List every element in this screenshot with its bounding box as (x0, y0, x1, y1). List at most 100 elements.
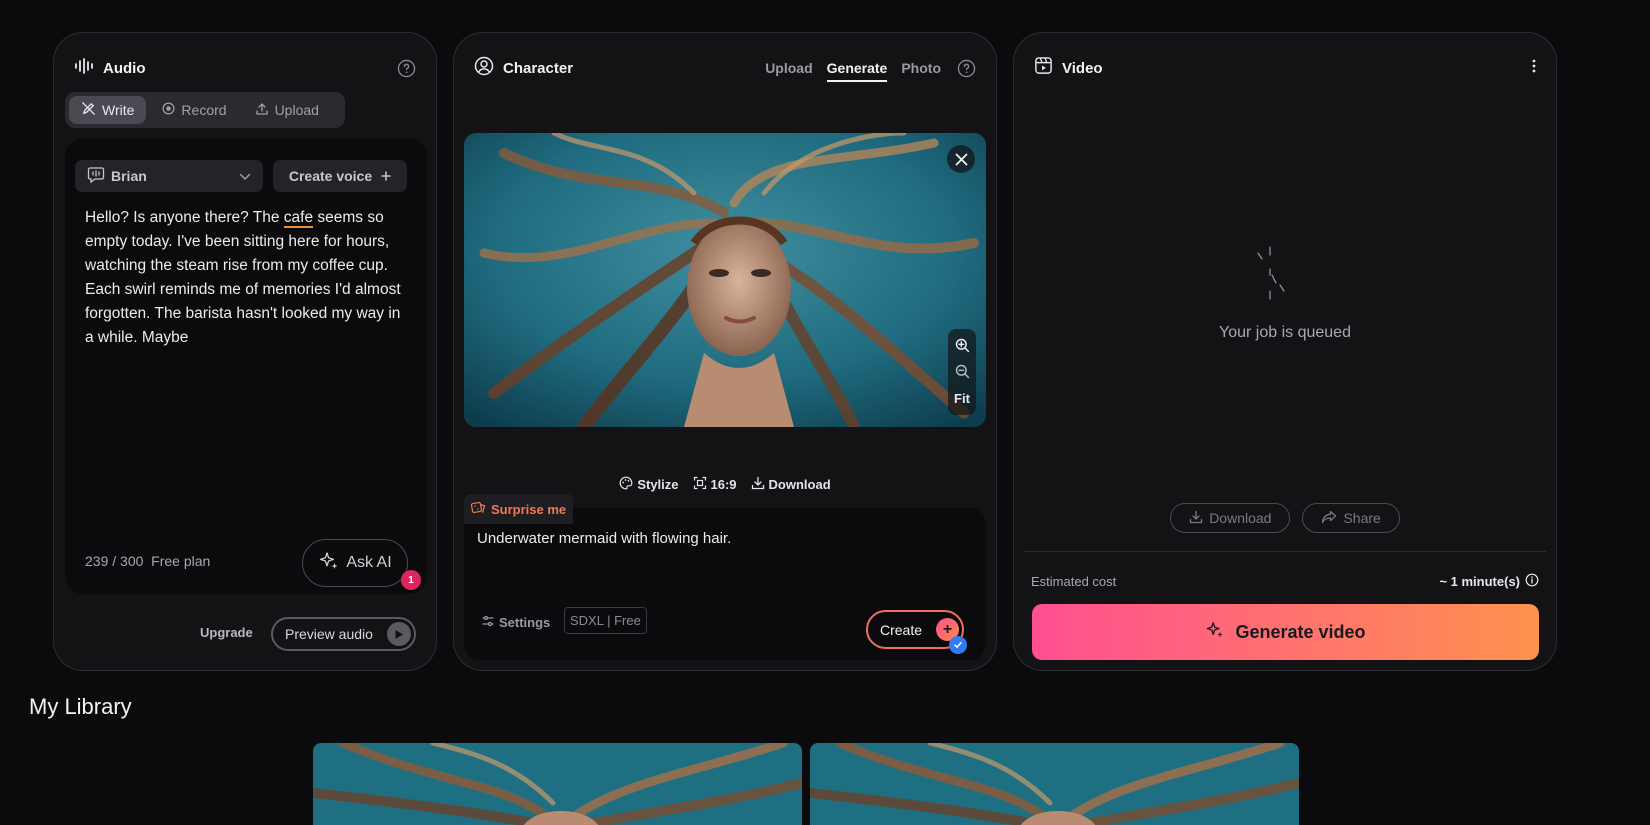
plan-label: Free plan (151, 553, 211, 569)
stylize-label: Stylize (637, 477, 679, 492)
share-icon (1321, 510, 1337, 527)
script-text[interactable]: Hello? Is anyone there? The cafe seems s… (85, 206, 407, 350)
fit-button[interactable]: Fit (954, 391, 970, 406)
record-icon (162, 102, 175, 118)
pen-off-icon (81, 101, 96, 119)
tab-write-label: Write (102, 102, 135, 118)
ask-ai-button[interactable]: Ask AI (302, 539, 408, 587)
audio-panel: Audio Write Record Upload Brian Create v… (53, 32, 437, 671)
stylize-button[interactable]: Stylize (619, 476, 679, 493)
script-text-end: seems so empty today. I've been sitting … (85, 209, 401, 346)
tab-upload[interactable]: Upload (243, 96, 331, 124)
aspect-ratio-label: 16:9 (710, 477, 737, 492)
loading-spinner-icon (1250, 245, 1290, 305)
check-icon (949, 636, 967, 654)
create-voice-label: Create voice (288, 168, 373, 184)
share-label: Share (1343, 510, 1381, 526)
speech-bubble-icon (87, 166, 105, 187)
model-select[interactable]: SDXL | Free (564, 607, 647, 634)
upgrade-link[interactable]: Upgrade (200, 625, 253, 640)
video-icon (1034, 56, 1053, 80)
notification-badge: 1 (401, 570, 421, 590)
video-actions: Download Share (1014, 503, 1556, 533)
estimated-cost-label: Estimated cost (1031, 574, 1117, 589)
generate-video-button[interactable]: Generate video (1032, 604, 1539, 660)
tab-generate[interactable]: Generate (826, 60, 888, 82)
audio-title: Audio (103, 59, 146, 77)
char-count-value: 239 / 300 (85, 553, 144, 569)
character-header: Character Upload Generate Photo (474, 54, 976, 82)
surprise-me-button[interactable]: Surprise me (464, 494, 574, 524)
ask-ai-label: Ask AI (346, 554, 392, 571)
spellcheck-word[interactable]: cafe (283, 209, 314, 228)
library-item[interactable] (313, 743, 802, 825)
download-video-label: Download (1209, 510, 1272, 526)
zoom-in-icon[interactable] (955, 338, 970, 353)
create-label: Create (880, 621, 923, 638)
library-title: My Library (29, 694, 132, 719)
close-icon (955, 153, 968, 166)
tab-write[interactable]: Write (69, 96, 147, 124)
generate-video-label: Generate video (1235, 621, 1366, 642)
surprise-me-label: Surprise me (491, 501, 567, 517)
sparkle-icon (1205, 620, 1225, 645)
more-options-icon[interactable] (1532, 59, 1536, 78)
prompt-box: Underwater mermaid with flowing hair. Se… (464, 508, 986, 660)
job-status: Your job is queued (1219, 324, 1351, 341)
settings-label: Settings (499, 615, 551, 630)
zoom-out-icon[interactable] (955, 364, 970, 379)
mermaid-image (464, 133, 986, 427)
character-count: 239 / 300 Free plan (85, 553, 210, 569)
aspect-ratio-button[interactable]: 16:9 (693, 476, 737, 493)
library-item[interactable] (810, 743, 1299, 825)
help-icon[interactable] (397, 59, 416, 78)
chevron-down-icon (239, 168, 251, 184)
tab-record[interactable]: Record (150, 96, 238, 124)
tab-record-label: Record (181, 102, 227, 118)
download-label: Download (768, 477, 831, 492)
preview-audio-button[interactable]: Preview audio (271, 617, 416, 651)
download-icon (751, 476, 765, 493)
estimated-cost-value: ~ 1 minute(s) (1439, 573, 1539, 590)
cost-value-text: ~ 1 minute(s) (1439, 574, 1520, 589)
audio-header: Audio (74, 57, 416, 79)
user-circle-icon (474, 56, 494, 81)
image-toolbar: Stylize 16:9 Download (454, 476, 996, 493)
audio-mode-tabs: Write Record Upload (65, 92, 345, 128)
download-icon (1189, 510, 1203, 527)
library-thumbnail-image (313, 743, 802, 825)
tab-upload-label: Upload (274, 102, 319, 118)
settings-button[interactable]: Settings (482, 615, 550, 630)
help-icon[interactable] (957, 59, 976, 78)
create-voice-button[interactable]: Create voice (273, 160, 407, 192)
voice-select[interactable]: Brian (75, 160, 263, 192)
tab-photo[interactable]: Photo (901, 60, 941, 82)
play-icon (387, 622, 411, 646)
character-title: Character (503, 59, 574, 77)
audio-waveform-icon (74, 57, 94, 79)
download-image-button[interactable]: Download (751, 476, 831, 493)
preview-audio-label: Preview audio (285, 626, 373, 642)
palette-icon (619, 476, 633, 493)
script-editor: Brian Create voice Hello? Is anyone ther… (65, 138, 427, 594)
tab-upload[interactable]: Upload (765, 60, 812, 82)
video-panel: Video Your job is queued Download Share … (1013, 32, 1557, 671)
script-text-start: Hello? Is anyone there? The (85, 209, 284, 226)
character-panel: Character Upload Generate Photo Fit Styl… (453, 32, 997, 671)
character-image[interactable]: Fit (464, 133, 986, 427)
character-tabs: Upload Generate Photo (765, 54, 976, 82)
library-thumbnail-image (810, 743, 1299, 825)
divider (1024, 551, 1546, 552)
download-video-button[interactable]: Download (1170, 503, 1291, 533)
sliders-icon (482, 615, 494, 630)
close-image-button[interactable] (947, 145, 975, 173)
voice-name: Brian (111, 168, 147, 184)
aspect-ratio-icon (693, 476, 707, 493)
info-icon[interactable] (1525, 573, 1539, 590)
prompt-input[interactable]: Underwater mermaid with flowing hair. (477, 530, 731, 547)
plus-icon (381, 168, 391, 184)
sparkle-icon (318, 550, 340, 577)
video-header: Video (1034, 57, 1536, 79)
dice-icon (470, 501, 486, 517)
share-button[interactable]: Share (1302, 503, 1400, 533)
